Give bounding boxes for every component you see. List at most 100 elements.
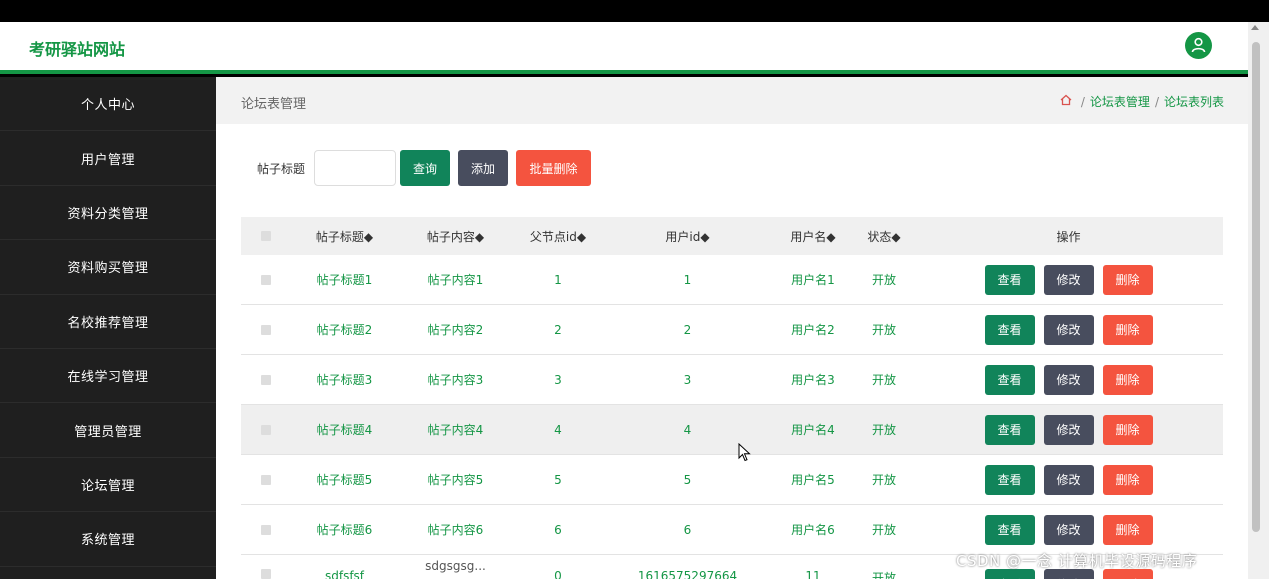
scrollbar-thumb[interactable] [1252,42,1260,532]
sidebar-item-school-recommend[interactable]: 名校推荐管理 [0,295,216,349]
cell-status: 开放 [871,571,896,579]
query-button[interactable]: 查询 [400,150,451,186]
row-checkbox[interactable] [241,555,291,579]
sidebar-item-system-management[interactable]: 系统管理 [0,512,216,567]
cell-parent-id: 4 [554,422,562,437]
cell-title: 帖子标题2 [316,323,373,337]
table-row: 帖子标题2 帖子内容2 2 2 用户名2 开放 查看 修改 删除 [241,305,1223,355]
row-checkbox[interactable] [241,474,291,485]
scroll-up-arrow-icon[interactable] [1251,25,1259,30]
cell-status: 开放 [871,423,896,437]
view-button[interactable]: 查看 [984,264,1035,295]
row-checkbox[interactable] [241,424,291,435]
cell-title: 帖子标题3 [316,373,373,387]
row-actions: 查看 修改 删除 [914,464,1223,495]
sidebar-item-personal-center[interactable]: 个人中心 [0,77,216,132]
cell-user-id: 3 [683,372,692,387]
table-row: 帖子标题5 帖子内容5 5 5 用户名5 开放 查看 修改 删除 [241,455,1223,505]
cell-parent-id: 2 [554,322,562,337]
search-form: 帖子标题 查询 添加 批量删除 [257,150,592,186]
edit-button[interactable]: 修改 [1043,514,1094,545]
cell-content: sdgsgsg... [425,559,486,573]
cell-parent-id: 0 [554,569,562,579]
view-button[interactable]: 查看 [984,414,1035,445]
row-checkbox[interactable] [241,374,291,385]
cell-title: sdfsfsf [324,569,365,579]
sidebar-item-material-category[interactable]: 资料分类管理 [0,186,216,241]
cell-status: 开放 [871,273,896,287]
cell-content: 帖子内容4 [427,423,484,437]
main-content: 论坛表管理 / 论坛表管理 / 论坛表列表 帖子标题 查询 添加 批量删除 帖子… [216,77,1248,579]
cell-content: 帖子内容3 [427,373,484,387]
add-button[interactable]: 添加 [458,150,509,186]
cell-username: 用户名3 [791,373,835,387]
user-avatar-button[interactable] [1185,32,1212,59]
row-checkbox[interactable] [241,324,291,335]
edit-button[interactable]: 修改 [1043,314,1094,345]
watermark: CSDN @一念 计算机毕设源码程序 [956,552,1198,570]
delete-button[interactable]: 删除 [1102,314,1153,345]
column-header-username[interactable]: 用户名◆ [772,228,854,245]
table-row: 帖子标题3 帖子内容3 3 3 用户名3 开放 查看 修改 删除 [241,355,1223,405]
cell-username: 用户名4 [791,423,835,437]
delete-button[interactable]: 删除 [1102,364,1153,395]
row-checkbox[interactable] [241,274,291,285]
edit-button[interactable]: 修改 [1043,364,1094,395]
sidebar-item-label: 论坛管理 [80,478,135,494]
row-actions: 查看 修改 删除 [914,264,1223,295]
view-button[interactable]: 查看 [984,514,1035,545]
cell-title: 帖子标题5 [316,473,373,487]
column-header-status[interactable]: 状态◆ [854,228,914,245]
sidebar-item-admin-management[interactable]: 管理员管理 [0,403,216,458]
delete-button[interactable]: 删除 [1102,464,1153,495]
breadcrumb: / 论坛表管理 / 论坛表列表 [1060,93,1224,110]
edit-button[interactable]: 修改 [1043,414,1094,445]
site-title: 考研驿站网站 [29,40,126,59]
page-scrollbar[interactable] [1248,22,1269,579]
sidebar-item-label: 管理员管理 [74,424,142,440]
post-title-search-input[interactable] [314,150,397,186]
column-header-user-id[interactable]: 用户id◆ [603,228,772,245]
cell-user-id: 6 [683,522,692,537]
cell-title: 帖子标题1 [316,273,373,287]
sidebar-item-forum-management[interactable]: 论坛管理 [0,458,216,513]
sidebar-item-label: 资料分类管理 [67,206,149,222]
sidebar-item-user-management[interactable]: 用户管理 [0,131,216,186]
batch-delete-button[interactable]: 批量删除 [516,150,592,186]
table-row: 帖子标题1 帖子内容1 1 1 用户名1 开放 查看 修改 删除 [241,255,1223,305]
cell-status: 开放 [871,323,896,337]
table-row: 帖子标题4 帖子内容4 4 4 用户名4 开放 查看 修改 删除 [241,405,1223,455]
column-header-parent-id[interactable]: 父节点id◆ [513,228,603,245]
cell-content: 帖子内容1 [427,273,484,287]
view-button[interactable]: 查看 [984,364,1035,395]
row-actions: 查看 修改 删除 [914,314,1223,345]
edit-button[interactable]: 修改 [1043,464,1094,495]
screen-top-bar [0,0,1269,22]
cell-username: 用户名2 [791,323,835,337]
select-all-checkbox[interactable] [241,231,291,241]
delete-button[interactable]: 删除 [1102,264,1153,295]
breadcrumb-bar: 论坛表管理 / 论坛表管理 / 论坛表列表 [216,77,1248,124]
mouse-cursor-icon [738,443,751,462]
view-button[interactable]: 查看 [984,314,1035,345]
sidebar-item-material-purchase[interactable]: 资料购买管理 [0,240,216,295]
home-icon[interactable] [1060,94,1072,109]
column-header-content[interactable]: 帖子内容◆ [398,228,513,245]
table-header: 帖子标题◆ 帖子内容◆ 父节点id◆ 用户id◆ 用户名◆ 状态◆ 操作 [241,217,1223,255]
row-checkbox[interactable] [241,524,291,535]
row-actions: 查看 修改 删除 [914,514,1223,545]
sidebar-item-online-study[interactable]: 在线学习管理 [0,349,216,404]
top-header: 考研驿站网站 [0,22,1248,74]
delete-button[interactable]: 删除 [1102,514,1153,545]
cell-user-id: 1616575297664 [637,569,738,579]
cell-username: 用户名6 [791,523,835,537]
search-label: 帖子标题 [257,161,306,176]
cell-status: 开放 [871,373,896,387]
breadcrumb-forum-management[interactable]: 论坛表管理 [1090,93,1150,110]
breadcrumb-separator: / [1154,94,1159,109]
column-header-actions: 操作 [1056,229,1081,244]
column-header-title[interactable]: 帖子标题◆ [291,228,398,245]
view-button[interactable]: 查看 [984,464,1035,495]
delete-button[interactable]: 删除 [1102,414,1153,445]
edit-button[interactable]: 修改 [1043,264,1094,295]
